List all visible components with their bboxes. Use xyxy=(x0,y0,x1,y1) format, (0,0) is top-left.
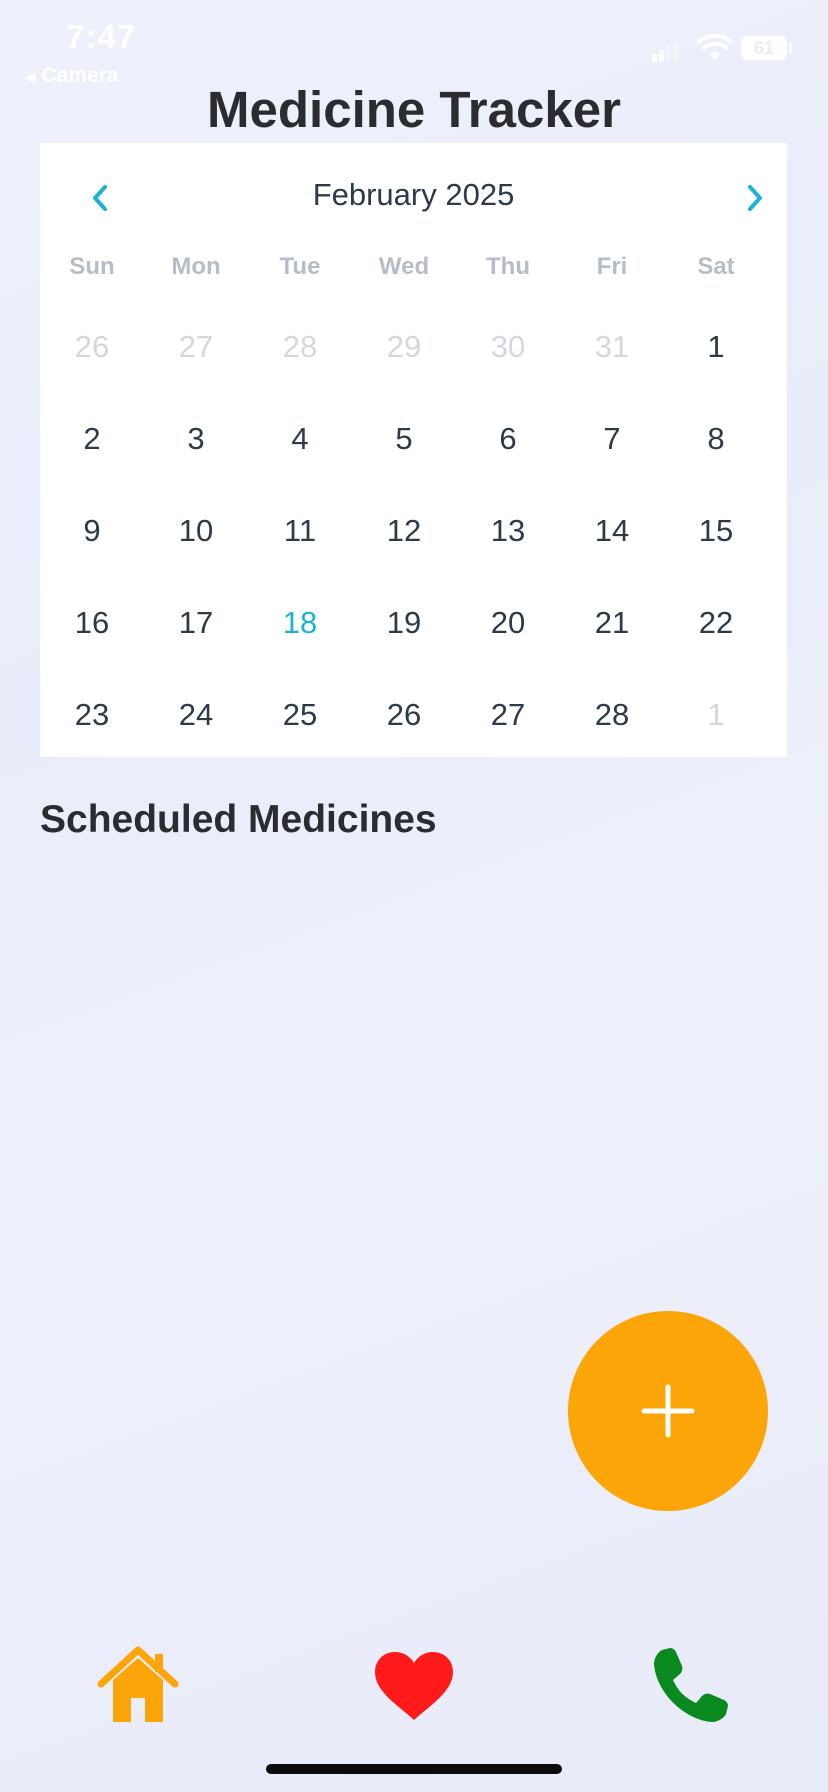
calendar-day[interactable]: 1 xyxy=(664,697,768,733)
calendar-day[interactable]: 7 xyxy=(560,421,664,457)
calendar-day[interactable]: 22 xyxy=(664,605,768,641)
calendar-day[interactable]: 30 xyxy=(456,329,560,365)
page-title: Medicine Tracker xyxy=(207,81,621,138)
calendar-day[interactable]: 28 xyxy=(248,329,352,365)
nav-health-button[interactable] xyxy=(369,1640,459,1730)
calendar-day[interactable]: 27 xyxy=(144,329,248,365)
battery-nub xyxy=(789,43,792,53)
calendar-day[interactable]: 29 xyxy=(352,329,456,365)
calendar-day[interactable]: 6 xyxy=(456,421,560,457)
calendar-week-row: 23 24 25 26 27 28 1 xyxy=(40,669,787,761)
heart-icon xyxy=(375,1652,453,1720)
home-icon xyxy=(97,1646,179,1722)
calendar-header: February 2025 xyxy=(40,173,787,223)
status-time: 7:47 xyxy=(66,18,137,55)
calendar-day[interactable]: 27 xyxy=(456,697,560,733)
next-month-button[interactable] xyxy=(730,173,780,223)
calendar-day[interactable]: 28 xyxy=(560,697,664,733)
calendar-day[interactable]: 3 xyxy=(144,421,248,457)
weekday-label: Fri xyxy=(596,253,628,280)
add-medicine-button[interactable] xyxy=(568,1311,768,1511)
calendar-day[interactable]: 13 xyxy=(456,513,560,549)
calendar-week-row: 2345678 xyxy=(40,393,787,485)
calendar-day[interactable]: 15 xyxy=(664,513,768,549)
plus-icon xyxy=(641,1384,695,1438)
calendar-days-grid: 26 27 28 29 30 31 1 2 3 4 5 6 7 8 9 10 11 12 13 14 15 16 17 18 1… xyxy=(40,301,787,761)
calendar-day[interactable]: 5 xyxy=(352,421,456,457)
battery-level: 61 xyxy=(753,38,775,58)
calendar-day[interactable]: 10 xyxy=(144,513,248,549)
status-bar: 7:47 ◀ Camera 61 xyxy=(0,0,828,90)
calendar-week-row: 16 17 18 19 20 21 22 xyxy=(40,577,787,669)
battery-icon: 61 xyxy=(741,36,787,60)
calendar-day[interactable]: 16 xyxy=(40,605,144,641)
wifi-icon xyxy=(697,34,733,60)
weekday-label: Mon xyxy=(171,253,221,280)
calendar-day[interactable]: 23 xyxy=(40,697,144,733)
nav-call-button[interactable] xyxy=(646,1640,736,1730)
cellular-signal-icon xyxy=(652,42,678,62)
calendar-day[interactable]: 17 xyxy=(144,605,248,641)
bottom-navigation xyxy=(0,1640,828,1730)
home-indicator xyxy=(266,1764,562,1774)
calendar-day[interactable]: 4 xyxy=(248,421,352,457)
calendar-day[interactable]: 26 xyxy=(40,329,144,365)
calendar-day[interactable]: 9 xyxy=(40,513,144,549)
weekday-label: Wed xyxy=(378,253,430,280)
weekday-label: Thu xyxy=(486,253,530,280)
calendar-day[interactable]: 19 xyxy=(352,605,456,641)
calendar-day[interactable]: 8 xyxy=(664,421,768,457)
calendar-day[interactable]: 11 xyxy=(248,513,352,549)
calendar-day[interactable]: 26 xyxy=(352,697,456,733)
calendar-day[interactable]: 12 xyxy=(352,513,456,549)
calendar-day[interactable]: 25 xyxy=(248,697,352,733)
weekday-label: Tue xyxy=(279,253,321,280)
calendar: February 2025 Sun Mon Tue Wed Thu Fri Sa… xyxy=(40,143,787,757)
calendar-day[interactable]: 2 xyxy=(40,421,144,457)
weekday-label: Sat xyxy=(697,253,735,280)
previous-month-button[interactable] xyxy=(75,173,125,223)
weekday-label: Sun xyxy=(69,253,115,280)
calendar-week-row: 26 27 28 29 30 31 1 xyxy=(40,301,787,393)
calendar-week-row: 9 10 11 12 13 14 15 xyxy=(40,485,787,577)
calendar-day[interactable]: 1 xyxy=(664,329,768,365)
calendar-day[interactable]: 21 xyxy=(560,605,664,641)
calendar-day[interactable]: 20 xyxy=(456,605,560,641)
weekday-header-row: Sun Mon Tue Wed Thu Fri Sat xyxy=(40,253,787,281)
phone-icon xyxy=(654,1648,728,1722)
calendar-day[interactable]: 14 xyxy=(560,513,664,549)
calendar-month-label: February 2025 xyxy=(312,177,515,212)
nav-home-button[interactable] xyxy=(93,1640,183,1730)
calendar-day-today[interactable]: 18 xyxy=(248,605,352,641)
scheduled-medicines-heading: Scheduled Medicines xyxy=(40,798,437,841)
calendar-day[interactable]: 24 xyxy=(144,697,248,733)
calendar-day[interactable]: 31 xyxy=(560,329,664,365)
